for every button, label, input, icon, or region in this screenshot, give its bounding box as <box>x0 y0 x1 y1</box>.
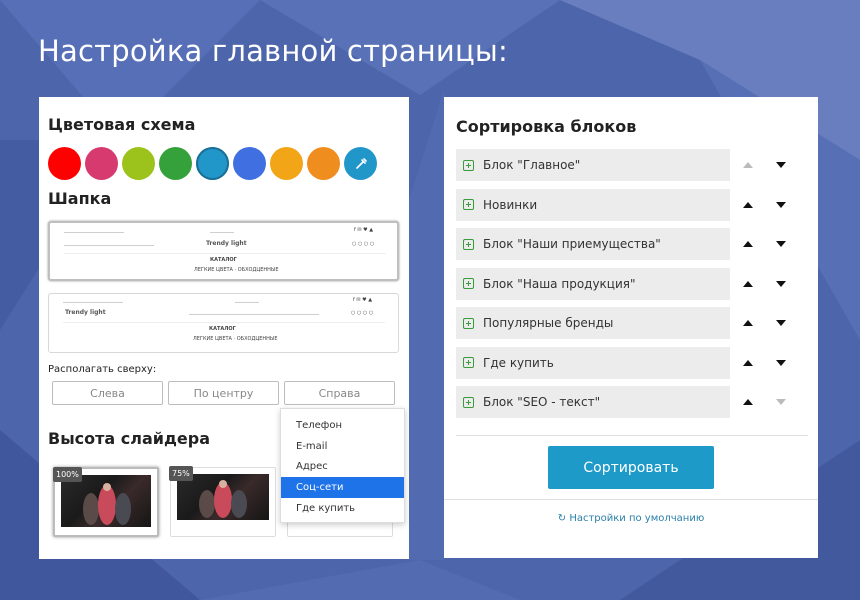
move-down-arrow-icon[interactable] <box>776 320 786 326</box>
dropdown-item-address[interactable]: Адрес <box>281 457 404 478</box>
social-icons: f ✉ ♥ ▲ <box>354 227 374 233</box>
move-up-arrow-icon[interactable] <box>743 320 753 326</box>
move-up-arrow-icon <box>743 162 753 168</box>
block-row[interactable]: Блок "Наши приемущества" <box>456 228 730 260</box>
block-label: Где купить <box>483 355 554 370</box>
dropdown-item-social[interactable]: Соц-сети <box>281 477 404 499</box>
block-row[interactable]: Где купить <box>456 346 730 379</box>
move-down-arrow-icon[interactable] <box>776 280 786 287</box>
block-label: Новинки <box>483 197 538 212</box>
expand-plus-icon[interactable] <box>463 199 474 210</box>
move-up-arrow-icon[interactable] <box>743 201 753 208</box>
position-center-button[interactable]: По центру <box>168 381 279 405</box>
color-swatch-1[interactable] <box>48 147 81 180</box>
block-row[interactable]: Блок "Наша продукция" <box>456 267 730 300</box>
color-swatch-2[interactable] <box>85 147 118 180</box>
header-title: Шапка <box>48 189 112 208</box>
block-sort-title: Сортировка блоков <box>456 117 637 136</box>
color-swatch-5[interactable] <box>196 147 229 180</box>
divider <box>456 435 808 436</box>
move-down-arrow-icon[interactable] <box>776 359 786 366</box>
header-icons: ○ ○ ○ ○ <box>351 310 374 316</box>
block-row[interactable]: Блок "Главное" <box>456 149 730 181</box>
sort-button[interactable]: Сортировать <box>548 446 714 489</box>
block-label: Блок "Наша продукция" <box>483 276 636 291</box>
block-label: Блок "Главное" <box>483 158 581 172</box>
block-label: Популярные бренды <box>483 316 614 330</box>
custom-color-button[interactable] <box>344 147 377 180</box>
block-sort-panel: Сортировка блоков Блок "Главное" Новинки Б… <box>444 97 818 558</box>
default-settings-link[interactable]: ↻ Настройки по умолчанию <box>444 513 818 524</box>
color-swatch-3[interactable] <box>122 147 155 180</box>
color-swatches <box>48 147 377 180</box>
color-swatch-6[interactable] <box>233 147 266 180</box>
expand-plus-icon[interactable] <box>463 396 474 408</box>
social-icons: f ✉ ♥ ▲ <box>353 297 373 303</box>
sub-links: ЛЕГКИЕ ЦВЕТА · ОБХОДЦЕННЫЕ <box>193 336 278 342</box>
move-down-arrow-icon[interactable] <box>776 201 786 208</box>
header-icons: ○ ○ ○ ○ <box>352 241 375 247</box>
move-down-arrow-icon[interactable] <box>776 162 786 168</box>
eyedropper-icon <box>355 157 367 169</box>
move-up-arrow-icon[interactable] <box>743 241 753 247</box>
brand-logo: Trendy light <box>65 309 106 316</box>
position-right-button[interactable]: Справа <box>284 381 395 405</box>
color-scheme-title: Цветовая схема <box>48 115 196 134</box>
page-title: Настройка главной страницы: <box>38 34 508 68</box>
dropdown-item-where-to-buy[interactable]: Где купить <box>281 498 404 519</box>
header-preview-1[interactable]: f ✉ ♥ ▲ Trendy light ○ ○ ○ ○ КАТАЛОГ ЛЕГ… <box>48 221 399 281</box>
catalog-label: КАТАЛОГ <box>210 257 237 263</box>
slider-height-title: Высота слайдера <box>48 429 211 448</box>
expand-plus-icon[interactable] <box>463 159 474 171</box>
expand-plus-icon[interactable] <box>463 238 474 250</box>
block-row[interactable]: Блок "SEO - текст" <box>456 386 730 418</box>
divider <box>444 499 818 500</box>
position-left-button[interactable]: Слева <box>52 381 163 405</box>
catalog-label: КАТАЛОГ <box>209 326 236 332</box>
slider-option-100[interactable]: 100% <box>53 467 159 537</box>
place-top-label: Располагать сверху: <box>48 364 157 375</box>
move-down-arrow-icon <box>776 399 786 405</box>
sub-links: ЛЕГКИЕ ЦВЕТА · ОБХОДЦЕННЫЕ <box>194 267 279 273</box>
block-row[interactable]: Новинки <box>456 188 730 221</box>
reset-icon: ↻ <box>557 513 567 524</box>
block-row[interactable]: Популярные бренды <box>456 307 730 339</box>
brand-logo: Trendy light <box>206 240 247 247</box>
dropdown-item-phone[interactable]: Телефон <box>281 415 404 436</box>
slider-option-75[interactable]: 75% <box>169 466 276 537</box>
expand-plus-icon[interactable] <box>463 357 474 368</box>
block-label: Блок "SEO - текст" <box>483 395 601 409</box>
color-swatch-4[interactable] <box>159 147 192 180</box>
header-preview-2[interactable]: f ✉ ♥ ▲ Trendy light ○ ○ ○ ○ КАТАЛОГ ЛЕГ… <box>48 293 399 353</box>
slider-percent-badge: 75% <box>169 466 193 481</box>
expand-plus-icon[interactable] <box>463 317 474 329</box>
settings-panel: Цветовая схема Шапка f ✉ ♥ ▲ Trendy ligh… <box>39 97 409 559</box>
color-swatch-7[interactable] <box>270 147 303 180</box>
move-up-arrow-icon[interactable] <box>743 359 753 366</box>
dropdown-item-email[interactable]: E-mail <box>281 436 404 457</box>
move-up-arrow-icon[interactable] <box>743 399 753 405</box>
expand-plus-icon[interactable] <box>463 278 474 289</box>
position-dropdown: Телефон E-mail Адрес Соц-сети Где купить <box>280 408 405 523</box>
slider-percent-badge: 100% <box>53 467 82 482</box>
move-down-arrow-icon[interactable] <box>776 241 786 247</box>
block-label: Блок "Наши приемущества" <box>483 237 661 251</box>
color-swatch-8[interactable] <box>307 147 340 180</box>
move-up-arrow-icon[interactable] <box>743 280 753 287</box>
slider-preview-image <box>61 475 151 527</box>
